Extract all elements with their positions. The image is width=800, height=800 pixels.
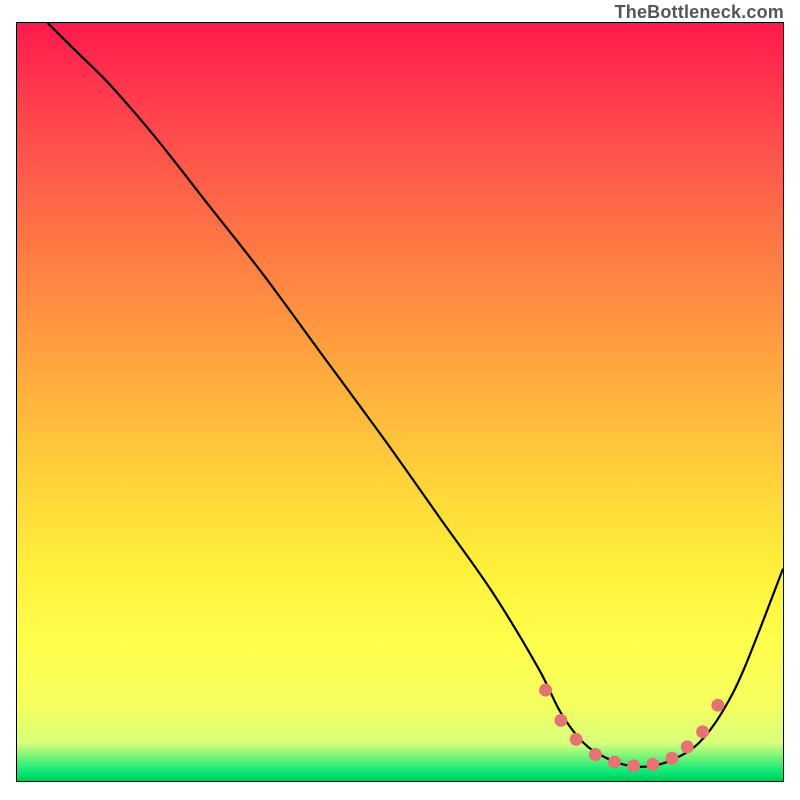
bottleneck-chart: TheBottleneck.com	[0, 0, 800, 800]
marker-dot	[570, 733, 583, 746]
marker-dot	[539, 684, 552, 697]
attribution-label: TheBottleneck.com	[615, 2, 784, 23]
plot-area	[16, 22, 784, 782]
marker-dot	[608, 756, 621, 769]
marker-dot	[627, 759, 640, 772]
curve-svg	[17, 23, 783, 781]
marker-group	[539, 684, 724, 773]
marker-dot	[665, 752, 678, 765]
marker-dot	[681, 740, 694, 753]
marker-dot	[589, 748, 602, 761]
marker-dot	[696, 725, 709, 738]
marker-dot	[711, 699, 724, 712]
marker-dot	[554, 714, 567, 727]
bottleneck-curve-path	[48, 23, 783, 767]
marker-dot	[646, 758, 659, 771]
